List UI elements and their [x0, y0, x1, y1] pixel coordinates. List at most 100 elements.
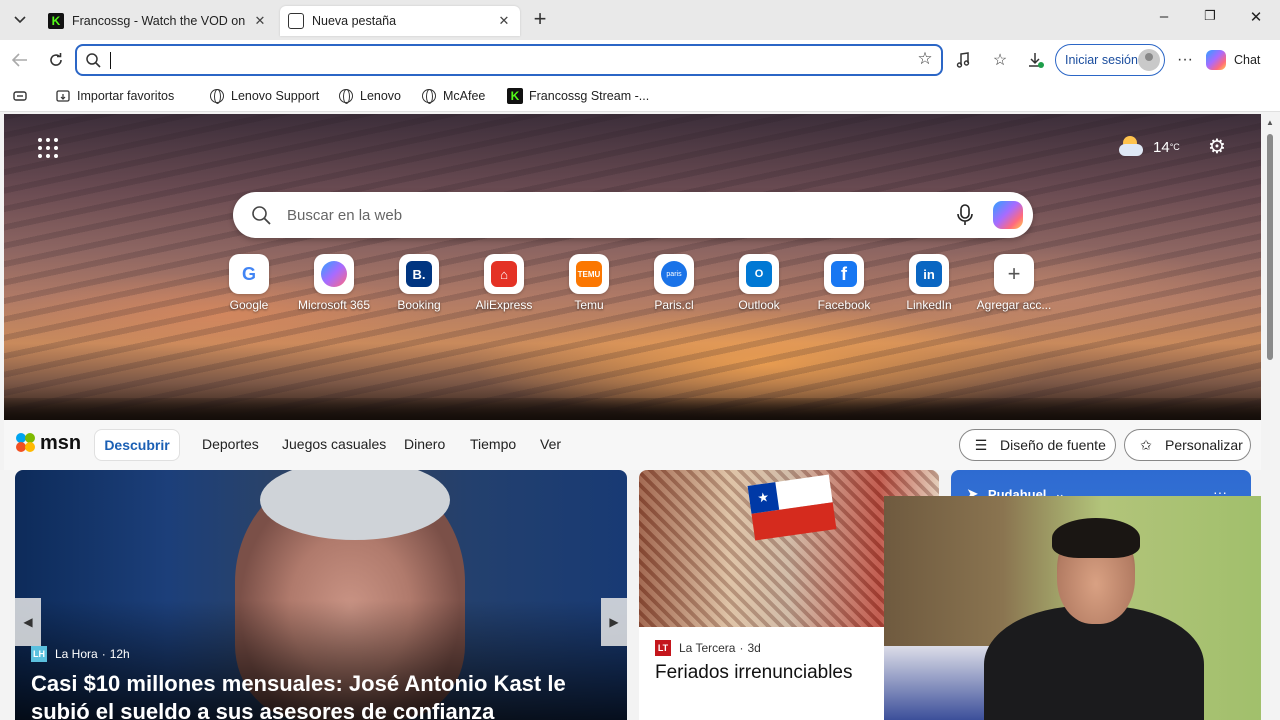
globe-icon [422, 89, 436, 104]
personalize-button[interactable]: ✩ Personalizar [1124, 429, 1251, 461]
msn-feed-nav: msn Descubrir Deportes Juegos casuales D… [4, 420, 1261, 470]
quick-link-linkedin[interactable]: in LinkedIn [889, 254, 969, 320]
quick-link-label: Booking [397, 298, 441, 312]
restore-window-button[interactable]: ❐ [1190, 8, 1230, 32]
new-tab-hero-background: 14 °C ⚙ Buscar en la web G Google Microso… [4, 114, 1261, 420]
add-favorite-star-icon[interactable]: ☆ [915, 49, 935, 69]
quick-link-microsoft-365[interactable]: Microsoft 365 [294, 254, 374, 320]
font-design-label: Diseño de fuente [1000, 437, 1106, 453]
la-tercera-logo-icon: LT [655, 640, 671, 656]
copilot-search-icon[interactable] [993, 201, 1023, 229]
favorite-import[interactable]: Importar favoritos [55, 87, 174, 105]
globe-icon [210, 89, 224, 104]
kick-favicon: K [48, 13, 64, 29]
close-window-button[interactable]: ✕ [1236, 8, 1276, 32]
article-headline[interactable]: Feriados irrenunciables [655, 662, 853, 684]
quick-link-label: AliExpress [475, 298, 533, 312]
tab-new-tab[interactable]: Nueva pestaña ✕ [280, 6, 520, 36]
font-design-button[interactable]: ☰ Diseño de fuente [959, 429, 1116, 461]
carousel-prev-button[interactable]: ◀ [15, 598, 41, 646]
tab-strip: K Francossg - Watch the VOD on Kick ✕ Nu… [0, 0, 1280, 40]
close-tab-icon[interactable]: ✕ [252, 13, 268, 29]
browser-toolbar: ☆ ☆ Iniciar sesión ··· Chat [0, 40, 1280, 80]
globe-icon [339, 89, 353, 104]
newtab-favicon [288, 13, 304, 29]
collections-button[interactable] [8, 84, 32, 108]
source-name: La Hora [55, 647, 98, 661]
web-search-box[interactable]: Buscar en la web [233, 192, 1033, 238]
quick-link-paris[interactable]: paris Paris.cl [634, 254, 714, 320]
music-app-icon [956, 52, 970, 68]
more-icon: ··· [1177, 51, 1193, 68]
webcam-overlay [884, 496, 1280, 720]
sign-in-button[interactable]: Iniciar sesión [1055, 44, 1165, 76]
import-icon [55, 88, 71, 104]
tab-title: Francossg - Watch the VOD on Kick [72, 14, 248, 28]
quick-link-label: Google [229, 298, 269, 312]
favorite-lenovo[interactable]: Lenovo [338, 87, 401, 105]
google-icon: G [241, 263, 256, 284]
tab-actions-menu-button[interactable] [8, 8, 32, 32]
quick-link-aliexpress[interactable]: ⌂ AliExpress [464, 254, 544, 320]
nav-tab-deportes[interactable]: Deportes [202, 436, 259, 452]
quick-link-label: Agregar acc... [976, 298, 1052, 312]
nav-tab-dinero[interactable]: Dinero [404, 436, 445, 452]
quick-link-google[interactable]: G Google [209, 254, 289, 320]
article-headline[interactable]: Casi $10 millones mensuales: José Antoni… [31, 670, 611, 720]
minimize-window-button[interactable]: – [1144, 8, 1184, 32]
quick-link-facebook[interactable]: f Facebook [804, 254, 884, 320]
scrollbar-thumb[interactable] [1267, 134, 1273, 360]
favorites-star-icon: ☆ [992, 52, 1008, 69]
tab-kick-vod[interactable]: K Francossg - Watch the VOD on Kick ✕ [40, 6, 276, 36]
chile-flag-image: ★ [747, 474, 837, 541]
downloads-button[interactable] [1024, 48, 1048, 72]
app-launcher-icon[interactable] [38, 138, 58, 158]
sign-in-label: Iniciar sesión [1065, 53, 1138, 67]
feed-hero-card[interactable]: ◀ ▶ LH La Hora · 12h Casi $10 millones m… [15, 470, 627, 720]
microphone-icon[interactable] [955, 204, 975, 226]
settings-more-button[interactable]: ··· [1173, 48, 1197, 72]
quick-link-temu[interactable]: TEMU Temu [549, 254, 629, 320]
back-arrow-icon [12, 53, 27, 67]
favorites-button[interactable]: ☆ [988, 48, 1012, 72]
copilot-chat-button[interactable]: Chat [1206, 46, 1272, 74]
nav-tab-descubrir[interactable]: Descubrir [94, 429, 180, 461]
favorite-label: Lenovo [360, 89, 402, 103]
read-aloud-button[interactable] [952, 48, 976, 72]
carousel-next-button[interactable]: ▶ [601, 598, 627, 646]
weather-unit: °C [1169, 142, 1180, 152]
weather-temp: 14 [1153, 138, 1170, 156]
aliexpress-icon: ⌂ [491, 261, 517, 287]
weather-widget[interactable]: 14 °C [1119, 134, 1180, 160]
quick-link-booking[interactable]: B. Booking [379, 254, 459, 320]
msn-logo[interactable]: msn [16, 430, 81, 456]
favorite-mcafee[interactable]: McAfee [421, 87, 485, 105]
plus-icon: + [1007, 261, 1021, 286]
nav-tab-juegos-casuales[interactable]: Juegos casuales [282, 436, 386, 452]
address-bar[interactable]: ☆ [75, 44, 943, 76]
favorite-label: Importar favoritos [77, 89, 175, 103]
nav-tab-ver[interactable]: Ver [540, 436, 561, 452]
favorite-label: Francossg Stream -... [529, 89, 650, 103]
nav-tab-tiempo[interactable]: Tiempo [470, 436, 516, 452]
quick-link-label: Microsoft 365 [297, 298, 371, 312]
msn-butterfly-icon [16, 433, 38, 453]
collections-icon [13, 91, 27, 101]
scroll-up-arrow-icon[interactable]: ▲ [1266, 118, 1274, 127]
quick-link-outlook[interactable]: O Outlook [719, 254, 799, 320]
close-tab-icon[interactable]: ✕ [496, 13, 512, 29]
back-button[interactable] [8, 48, 32, 72]
favorite-label: Lenovo Support [231, 89, 320, 103]
page-scrollbar[interactable]: ▲ [1261, 114, 1280, 720]
quick-link-add-shortcut[interactable]: + Agregar acc... [974, 254, 1054, 320]
partly-cloudy-icon [1119, 136, 1145, 158]
source-name: La Tercera [679, 641, 736, 655]
address-input[interactable] [109, 50, 909, 70]
paris-icon: paris [661, 261, 687, 287]
favorite-lenovo-support[interactable]: Lenovo Support [209, 87, 319, 105]
favorite-francossg-stream[interactable]: K Francossg Stream -... [507, 87, 649, 105]
text-cursor [110, 52, 111, 69]
page-settings-gear-icon[interactable]: ⚙ [1206, 136, 1228, 158]
new-tab-button[interactable]: + [528, 8, 552, 32]
refresh-button[interactable] [44, 48, 68, 72]
